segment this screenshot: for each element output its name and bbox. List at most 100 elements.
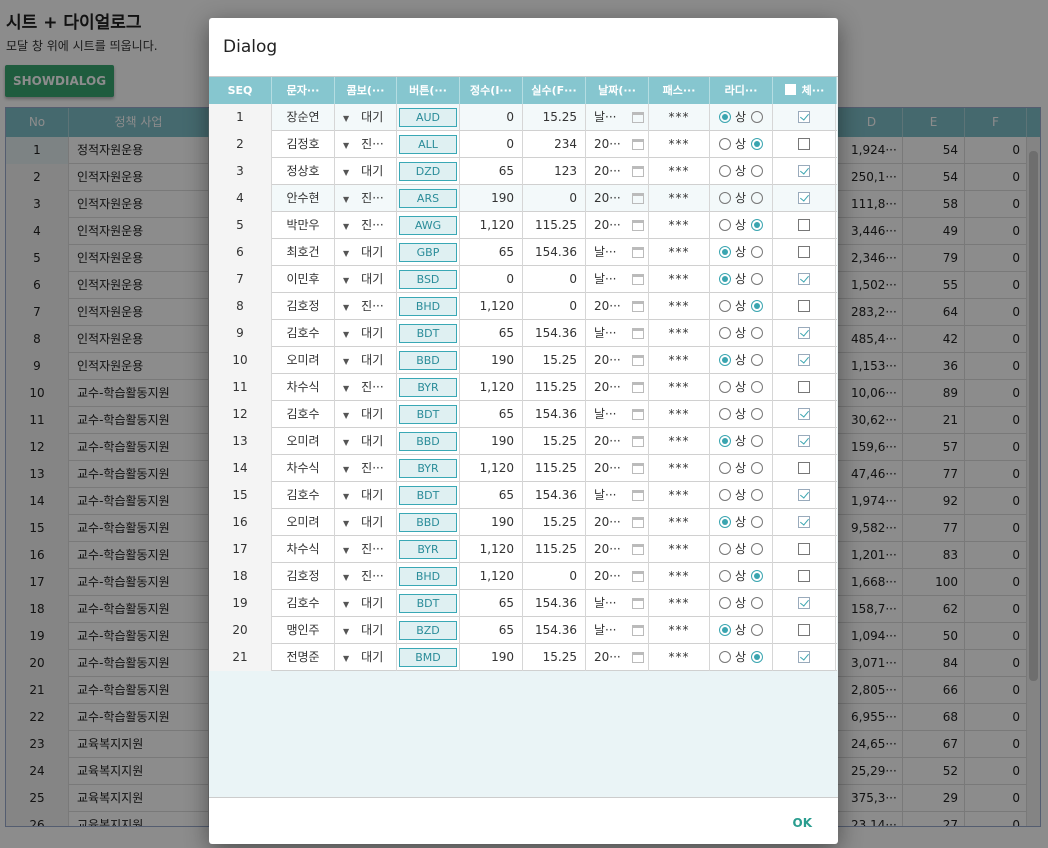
radio-option-2[interactable] — [751, 111, 764, 123]
combo-cell[interactable]: ▼ 진··· — [335, 212, 397, 239]
date-cell[interactable]: 20··· — [586, 293, 649, 320]
date-cell[interactable]: 20··· — [586, 158, 649, 185]
combo-cell[interactable]: ▼ 대기 — [335, 590, 397, 617]
currency-code-button[interactable]: BBD — [399, 513, 457, 532]
header-integer[interactable]: 정수(I··· — [460, 77, 523, 104]
radio-option-1[interactable] — [719, 192, 731, 204]
dialog-table-row[interactable]: 8 김호정 ▼ 진··· BHD 1,120 0 20··· *** 상 — [209, 293, 837, 320]
currency-code-button[interactable]: BDT — [399, 405, 457, 424]
integer-cell[interactable]: 65 — [460, 158, 523, 185]
text-cell[interactable]: 박만우 — [272, 212, 335, 239]
combo-cell[interactable]: ▼ 대기 — [335, 617, 397, 644]
combo-cell[interactable]: ▼ 진··· — [335, 131, 397, 158]
integer-cell[interactable]: 65 — [460, 401, 523, 428]
calendar-icon[interactable] — [632, 544, 644, 555]
radio-option-2[interactable] — [751, 327, 764, 339]
password-cell[interactable]: *** — [649, 293, 710, 320]
calendar-icon[interactable] — [632, 598, 644, 609]
radio-option-2[interactable] — [751, 651, 764, 663]
calendar-icon[interactable] — [632, 112, 644, 123]
radio-option-1[interactable] — [719, 327, 731, 339]
calendar-icon[interactable] — [632, 382, 644, 393]
row-checkbox[interactable] — [798, 570, 810, 582]
password-cell[interactable]: *** — [649, 590, 710, 617]
radio-option-1[interactable] — [719, 300, 731, 312]
radio-option-2[interactable] — [751, 597, 764, 609]
radio-option-2[interactable] — [751, 354, 764, 366]
date-cell[interactable]: 20··· — [586, 212, 649, 239]
real-cell[interactable]: 154.36 — [523, 239, 586, 266]
header-radio[interactable]: 라디··· — [710, 77, 773, 104]
integer-cell[interactable]: 1,120 — [460, 563, 523, 590]
date-cell[interactable]: 20··· — [586, 131, 649, 158]
real-cell[interactable]: 234 — [523, 131, 586, 158]
dialog-table-row[interactable]: 7 이민후 ▼ 대기 BSD 0 0 날··· *** 상 — [209, 266, 837, 293]
text-cell[interactable]: 김정호 — [272, 131, 335, 158]
date-cell[interactable]: 날··· — [586, 482, 649, 509]
dialog-table-row[interactable]: 6 최호건 ▼ 대기 GBP 65 154.36 날··· *** 상 — [209, 239, 837, 266]
dialog-table-row[interactable]: 21 전명준 ▼ 대기 BMD 190 15.25 20··· *** 상 — [209, 644, 837, 671]
row-checkbox[interactable] — [798, 138, 810, 150]
password-cell[interactable]: *** — [649, 212, 710, 239]
text-cell[interactable]: 김호수 — [272, 320, 335, 347]
row-checkbox[interactable] — [798, 381, 810, 393]
password-cell[interactable]: *** — [649, 536, 710, 563]
integer-cell[interactable]: 65 — [460, 482, 523, 509]
dropdown-arrow-icon[interactable]: ▼ — [343, 222, 349, 231]
currency-code-button[interactable]: DZD — [399, 162, 457, 181]
integer-cell[interactable]: 190 — [460, 185, 523, 212]
currency-code-button[interactable]: AUD — [399, 108, 457, 127]
integer-cell[interactable]: 1,120 — [460, 212, 523, 239]
radio-option-1[interactable] — [719, 570, 731, 582]
radio-option-1[interactable] — [719, 273, 731, 285]
real-cell[interactable]: 0 — [523, 293, 586, 320]
real-cell[interactable]: 154.36 — [523, 617, 586, 644]
radio-option-1[interactable] — [719, 381, 731, 393]
dropdown-arrow-icon[interactable]: ▼ — [343, 195, 349, 204]
header-combo[interactable]: 콤보(··· — [335, 77, 397, 104]
text-cell[interactable]: 김호정 — [272, 293, 335, 320]
ok-button[interactable]: OK — [793, 816, 813, 830]
dialog-table-row[interactable]: 13 오미려 ▼ 대기 BBD 190 15.25 20··· *** 상 — [209, 428, 837, 455]
row-checkbox[interactable] — [798, 651, 810, 663]
date-cell[interactable]: 날··· — [586, 266, 649, 293]
currency-code-button[interactable]: BSD — [399, 270, 457, 289]
row-checkbox[interactable] — [798, 462, 810, 474]
row-checkbox[interactable] — [798, 219, 810, 231]
calendar-icon[interactable] — [632, 436, 644, 447]
calendar-icon[interactable] — [632, 328, 644, 339]
text-cell[interactable]: 차수식 — [272, 455, 335, 482]
row-checkbox[interactable] — [798, 246, 810, 258]
combo-cell[interactable]: ▼ 진··· — [335, 563, 397, 590]
real-cell[interactable]: 115.25 — [523, 455, 586, 482]
integer-cell[interactable]: 1,120 — [460, 293, 523, 320]
header-check[interactable]: 체··· — [773, 77, 837, 104]
date-cell[interactable]: 날··· — [586, 617, 649, 644]
real-cell[interactable]: 0 — [523, 266, 586, 293]
radio-option-2[interactable] — [751, 219, 764, 231]
combo-cell[interactable]: ▼ 대기 — [335, 644, 397, 671]
integer-cell[interactable]: 1,120 — [460, 536, 523, 563]
integer-cell[interactable]: 65 — [460, 617, 523, 644]
password-cell[interactable]: *** — [649, 266, 710, 293]
dropdown-arrow-icon[interactable]: ▼ — [343, 654, 349, 663]
currency-code-button[interactable]: BDT — [399, 486, 457, 505]
radio-option-2[interactable] — [751, 408, 764, 420]
row-checkbox[interactable] — [798, 273, 810, 285]
currency-code-button[interactable]: BHD — [399, 297, 457, 316]
dropdown-arrow-icon[interactable]: ▼ — [343, 249, 349, 258]
integer-cell[interactable]: 190 — [460, 347, 523, 374]
combo-cell[interactable]: ▼ 대기 — [335, 266, 397, 293]
row-checkbox[interactable] — [798, 192, 810, 204]
text-cell[interactable]: 오미려 — [272, 428, 335, 455]
currency-code-button[interactable]: BZD — [399, 621, 457, 640]
calendar-icon[interactable] — [632, 490, 644, 501]
currency-code-button[interactable]: BYR — [399, 459, 457, 478]
date-cell[interactable]: 날··· — [586, 401, 649, 428]
radio-option-2[interactable] — [751, 624, 764, 636]
currency-code-button[interactable]: AWG — [399, 216, 457, 235]
combo-cell[interactable]: ▼ 진··· — [335, 185, 397, 212]
integer-cell[interactable]: 1,120 — [460, 374, 523, 401]
combo-cell[interactable]: ▼ 대기 — [335, 347, 397, 374]
integer-cell[interactable]: 0 — [460, 266, 523, 293]
